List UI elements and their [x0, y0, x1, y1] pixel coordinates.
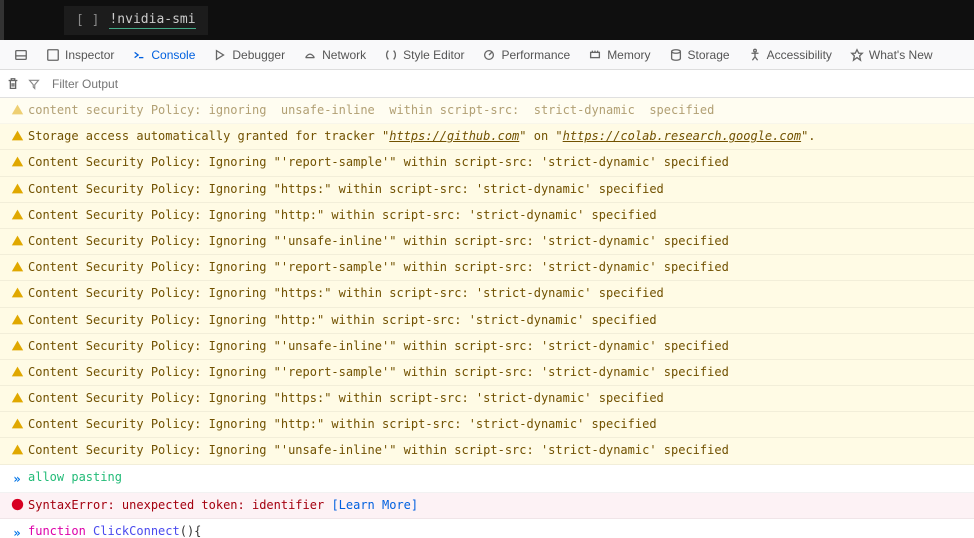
console-warning-row[interactable]: Content Security Policy: Ignoring "'repo… — [0, 360, 974, 386]
warning-icon — [11, 365, 24, 378]
input-code: function ClickConnect(){ console.log("Wo… — [28, 522, 968, 538]
console-output[interactable]: content security Policy: ignoring unsafe… — [0, 98, 974, 538]
console-warning-row[interactable]: Content Security Policy: Ignoring "'unsa… — [0, 334, 974, 360]
input-chevron-icon: » — [6, 468, 28, 489]
console-input-row[interactable]: » allow pasting — [0, 465, 974, 493]
warning-icon — [11, 313, 24, 326]
whatsnew-icon — [850, 48, 864, 62]
warning-message: Content Security Policy: Ignoring "https… — [28, 284, 968, 303]
tab-label: Network — [322, 48, 366, 62]
console-warning-row[interactable]: Content Security Policy: Ignoring "http:… — [0, 203, 974, 229]
tab-label: What's New — [869, 48, 933, 62]
tab-accessibility[interactable]: Accessibility — [740, 44, 840, 66]
warning-message: Content Security Policy: Ignoring "https… — [28, 389, 968, 408]
warning-message: Content Security Policy: Ignoring "http:… — [28, 206, 968, 225]
warning-icon — [11, 103, 24, 116]
warning-message: Content Security Policy: Ignoring "http:… — [28, 311, 968, 330]
warning-message: Content Security Policy: Ignoring "http:… — [28, 415, 968, 434]
console-filter-bar — [0, 70, 974, 98]
tab-whats-new[interactable]: What's New — [842, 44, 941, 66]
warning-icon — [11, 443, 24, 456]
console-warning-row[interactable]: Content Security Policy: Ignoring "https… — [0, 177, 974, 203]
style-icon — [384, 48, 398, 62]
warning-icon — [11, 417, 24, 430]
storage-icon — [669, 48, 683, 62]
console-warning-row[interactable]: Storage access automatically granted for… — [0, 124, 974, 150]
warning-icon — [11, 260, 24, 273]
tab-label: Memory — [607, 48, 650, 62]
warning-icon — [11, 182, 24, 195]
cell-code-text: !nvidia-smi — [109, 12, 195, 29]
tab-label: Accessibility — [767, 48, 832, 62]
warning-icon — [11, 286, 24, 299]
warning-icon — [11, 208, 24, 221]
tab-label: Performance — [501, 48, 570, 62]
learn-more-link[interactable]: [Learn More] — [331, 498, 418, 512]
warning-message: Content Security Policy: Ignoring "'unsa… — [28, 441, 968, 460]
input-chevron-icon: » — [6, 522, 28, 538]
memory-icon — [588, 48, 602, 62]
clear-console-icon[interactable] — [6, 77, 20, 91]
tab-performance[interactable]: Performance — [474, 44, 578, 66]
console-warning-row[interactable]: Content Security Policy: Ignoring "'repo… — [0, 255, 974, 281]
tab-label: Debugger — [232, 48, 285, 62]
warning-icon — [11, 234, 24, 247]
warning-message: Content Security Policy: Ignoring "'unsa… — [28, 337, 968, 356]
console-warning-row[interactable]: content security Policy: ignoring unsafe… — [0, 98, 974, 124]
warning-icon — [11, 129, 24, 142]
console-warning-row[interactable]: Content Security Policy: Ignoring "https… — [0, 386, 974, 412]
performance-icon — [482, 48, 496, 62]
filter-icon — [28, 78, 40, 90]
tab-memory[interactable]: Memory — [580, 44, 658, 66]
warning-message: Content Security Policy: Ignoring "'unsa… — [28, 232, 968, 251]
input-text: allow pasting — [28, 468, 968, 487]
inspector-icon — [46, 48, 60, 62]
tab-label: Console — [151, 48, 195, 62]
warning-message: Content Security Policy: Ignoring "'repo… — [28, 153, 968, 172]
tab-label: Storage — [688, 48, 730, 62]
origin-link[interactable]: https://colab.research.google.com — [563, 129, 801, 143]
console-error-row[interactable]: SyntaxError: unexpected token: identifie… — [0, 493, 974, 519]
error-message: SyntaxError: unexpected token: identifie… — [28, 496, 968, 515]
page-top-code-area: [ ] !nvidia-smi — [0, 0, 974, 40]
warning-message: Storage access automatically granted for… — [28, 127, 968, 146]
dock-icon — [14, 48, 28, 62]
warning-icon — [11, 391, 24, 404]
warning-message: Content Security Policy: Ignoring "'repo… — [28, 363, 968, 382]
network-icon — [303, 48, 317, 62]
warning-icon — [11, 155, 24, 168]
tab-label: Inspector — [65, 48, 114, 62]
debugger-icon — [213, 48, 227, 62]
tracker-link[interactable]: https://github.com — [389, 129, 519, 143]
warning-message: Content Security Policy: Ignoring "https… — [28, 180, 968, 199]
tab-label: Style Editor — [403, 48, 464, 62]
tab-inspector[interactable]: Inspector — [38, 44, 122, 66]
devtools-toolbar: Inspector Console Debugger Network Style… — [0, 40, 974, 70]
console-input-row[interactable]: » function ClickConnect(){ console.log("… — [0, 519, 974, 538]
console-icon — [132, 48, 146, 62]
cell-prompt-brackets: [ ] — [76, 13, 99, 28]
error-icon — [11, 498, 24, 511]
console-warning-row[interactable]: Content Security Policy: Ignoring "http:… — [0, 308, 974, 334]
tab-style-editor[interactable]: Style Editor — [376, 44, 472, 66]
console-warning-row[interactable]: Content Security Policy: Ignoring "https… — [0, 281, 974, 307]
console-warning-row[interactable]: Content Security Policy: Ignoring "'unsa… — [0, 438, 974, 464]
warning-icon — [11, 339, 24, 352]
console-warning-row[interactable]: Content Security Policy: Ignoring "'unsa… — [0, 229, 974, 255]
tab-console[interactable]: Console — [124, 44, 203, 66]
tab-storage[interactable]: Storage — [661, 44, 738, 66]
console-warning-row[interactable]: Content Security Policy: Ignoring "'repo… — [0, 150, 974, 176]
dock-button[interactable] — [6, 44, 36, 66]
warning-message: content security Policy: ignoring unsafe… — [28, 101, 968, 120]
accessibility-icon — [748, 48, 762, 62]
tab-network[interactable]: Network — [295, 44, 374, 66]
filter-output-input[interactable] — [48, 75, 968, 93]
console-warning-row[interactable]: Content Security Policy: Ignoring "http:… — [0, 412, 974, 438]
tab-debugger[interactable]: Debugger — [205, 44, 293, 66]
notebook-code-cell[interactable]: [ ] !nvidia-smi — [64, 6, 208, 35]
warning-message: Content Security Policy: Ignoring "'repo… — [28, 258, 968, 277]
